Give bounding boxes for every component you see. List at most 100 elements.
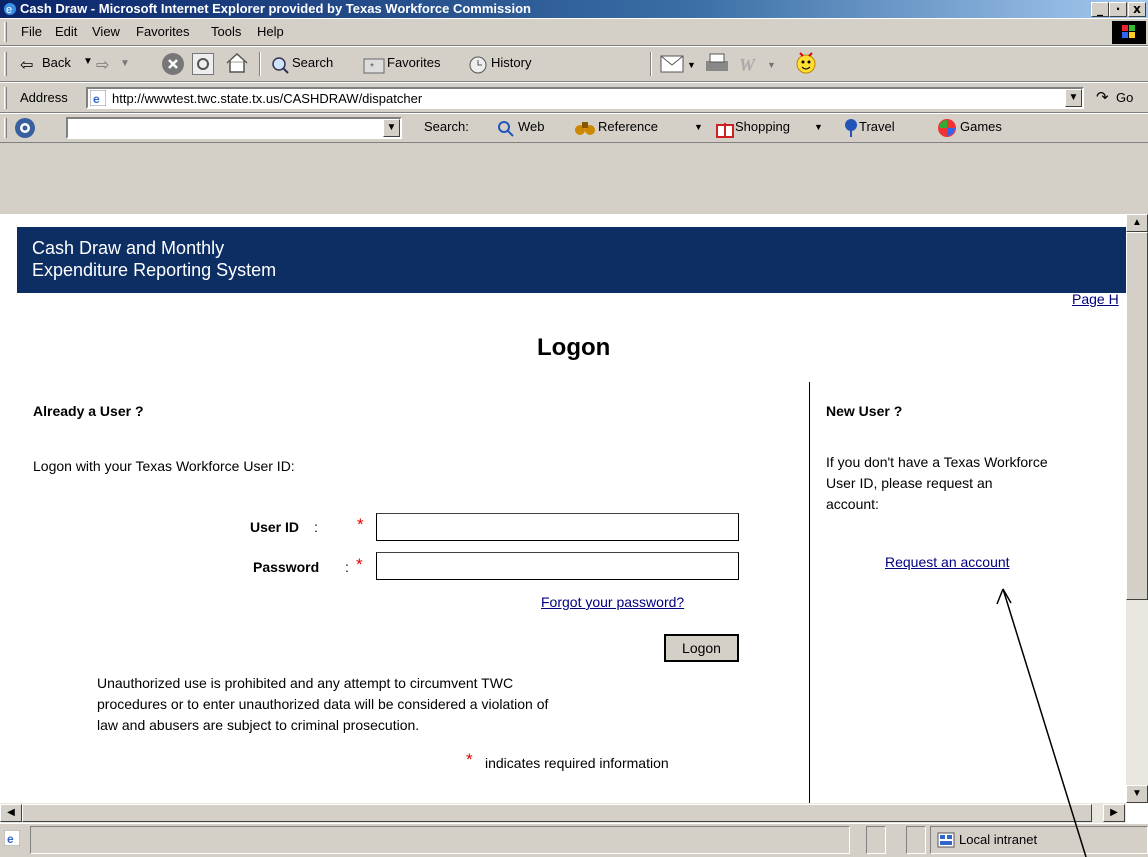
messenger-smiley-icon[interactable]	[792, 49, 822, 77]
windows-throbber-icon	[1112, 21, 1146, 44]
ie-page-icon: e	[4, 830, 20, 846]
svg-text:*: *	[370, 62, 374, 73]
forward-button[interactable]: ⇨ ▼	[96, 50, 140, 78]
svg-text:▼: ▼	[767, 60, 776, 70]
search-label: Search:	[424, 119, 469, 134]
scroll-right-button[interactable]: ▶	[1103, 804, 1125, 822]
new-user-heading: New User ?	[826, 403, 903, 419]
print-icon[interactable]	[703, 52, 733, 76]
horizontal-scroll-thumb[interactable]	[22, 804, 1092, 822]
svg-text:e: e	[7, 832, 14, 846]
address-label: Address	[20, 90, 68, 105]
games-button[interactable]: Games	[937, 116, 1027, 140]
menu-bar: File Edit View Favorites Tools Help	[0, 18, 1148, 46]
menu-help[interactable]: Help	[257, 19, 284, 45]
required-asterisk-icon: *	[356, 555, 363, 574]
horizontal-scrollbar[interactable]: ◀ ▶	[0, 803, 1126, 823]
logon-intro: Logon with your Texas Workforce User ID:	[33, 458, 295, 474]
go-button[interactable]: ↷ Go	[1096, 87, 1148, 109]
web-search-button[interactable]: Web	[496, 116, 566, 140]
svg-text:e: e	[6, 4, 12, 16]
vertical-scrollbar[interactable]: ▲ ▼	[1126, 214, 1148, 803]
address-input[interactable]: e http://wwwtest.twc.state.tx.us/CASHDRA…	[86, 87, 1084, 109]
page-title: Logon	[537, 334, 611, 361]
menu-edit[interactable]: Edit	[55, 19, 77, 45]
scroll-thumb[interactable]	[1126, 232, 1148, 600]
menu-tools[interactable]: Tools	[211, 19, 241, 45]
required-asterisk-icon: *	[466, 750, 473, 769]
menu-view[interactable]: View	[92, 19, 120, 45]
svg-text:W: W	[739, 55, 757, 75]
menu-favorites[interactable]: Favorites	[136, 19, 189, 45]
request-account-link[interactable]: Request an account	[885, 554, 1010, 570]
search-toolbar: ▼ Search: Web Reference ▼ Shopping ▼ Tra…	[0, 113, 1148, 143]
chevron-down-icon: ▼	[83, 56, 93, 67]
user-id-input[interactable]	[376, 513, 739, 541]
address-bar: Address e http://wwwtest.twc.state.tx.us…	[0, 82, 1148, 113]
address-dropdown-button[interactable]: ▼	[1065, 89, 1082, 107]
scroll-up-button[interactable]: ▲	[1126, 214, 1148, 232]
menu-file[interactable]: File	[21, 19, 42, 45]
address-url: http://wwwtest.twc.state.tx.us/CASHDRAW/…	[112, 91, 423, 106]
page-content: Cash Draw and Monthly Expenditure Report…	[0, 214, 1148, 803]
logon-button[interactable]: Logon	[664, 634, 739, 662]
password-input[interactable]	[376, 552, 739, 580]
minimize-button[interactable]: _	[1091, 2, 1109, 17]
edit-with-word-icon[interactable]: W ▼	[737, 52, 785, 76]
chevron-down-icon: ▼	[694, 122, 703, 132]
ie-logo-icon: e	[4, 3, 16, 16]
stop-icon[interactable]	[162, 53, 184, 75]
forgot-password-link[interactable]: Forgot your password?	[541, 594, 684, 610]
scroll-left-button[interactable]: ◀	[0, 804, 22, 822]
chevron-down-icon: ▼	[814, 122, 823, 132]
search-query-input[interactable]: ▼	[66, 117, 402, 139]
reference-button[interactable]: Reference ▼	[574, 116, 709, 140]
search-dropdown-button[interactable]: ▼	[383, 119, 400, 137]
zone-label: Local intranet	[959, 832, 1038, 847]
password-label: Password	[253, 559, 320, 575]
svg-text:e: e	[93, 92, 100, 106]
status-bar: e Local intranet	[0, 823, 1148, 857]
history-button[interactable]: History	[467, 50, 557, 78]
magnifier-icon	[498, 121, 514, 137]
required-asterisk-icon: *	[357, 515, 364, 534]
search-button[interactable]: Search	[270, 50, 360, 78]
history-clock-icon	[469, 56, 487, 74]
home-icon[interactable]	[224, 51, 250, 75]
existing-user-heading: Already a User ?	[33, 403, 144, 419]
search-logo-icon	[15, 118, 35, 138]
banner-title-line2: Expenditure Reporting System	[32, 260, 277, 280]
shopping-button[interactable]: Shopping ▼	[715, 116, 845, 140]
page-help-link[interactable]: Page H	[1072, 291, 1119, 307]
user-id-label: User ID	[250, 519, 300, 535]
chevron-down-icon: ▼	[120, 58, 130, 69]
mail-icon[interactable]: ▼	[660, 52, 698, 76]
new-user-text: If you don't have a Texas Workforce User…	[826, 454, 1048, 512]
close-button[interactable]: x	[1128, 2, 1146, 17]
map-pin-icon	[845, 119, 857, 137]
favorites-folder-icon: *	[363, 58, 385, 74]
banner-title-line1: Cash Draw and Monthly	[32, 238, 225, 258]
window-title: Cash Draw - Microsoft Internet Explorer …	[20, 1, 531, 16]
favorites-button[interactable]: * Favorites	[363, 50, 463, 78]
go-arrow-icon: ↷	[1096, 89, 1109, 106]
back-arrow-icon: ⇦	[20, 57, 34, 74]
maximize-button[interactable]: ·	[1109, 2, 1127, 17]
required-note: indicates required information	[485, 755, 669, 771]
scroll-down-button[interactable]: ▼	[1126, 785, 1148, 803]
title-bar: e Cash Draw - Microsoft Internet Explore…	[0, 0, 1148, 18]
app-banner: Cash Draw and Monthly Expenditure Report…	[17, 227, 1127, 293]
travel-button[interactable]: Travel	[843, 116, 933, 140]
local-intranet-icon	[937, 832, 955, 848]
disclaimer-text: Unauthorized use is prohibited and any a…	[97, 675, 549, 733]
games-ball-icon	[938, 119, 956, 137]
status-text-pane	[30, 826, 850, 854]
gift-icon	[716, 123, 734, 138]
forward-arrow-icon: ⇨	[96, 57, 110, 74]
refresh-icon[interactable]	[192, 53, 214, 75]
binoculars-icon	[575, 122, 595, 135]
search-icon	[272, 57, 289, 74]
column-divider	[809, 382, 810, 803]
svg-text:▼: ▼	[687, 60, 696, 70]
standard-toolbar: ⇦ Back ▼ ⇨ ▼ Search * Favorites History …	[0, 46, 1148, 82]
